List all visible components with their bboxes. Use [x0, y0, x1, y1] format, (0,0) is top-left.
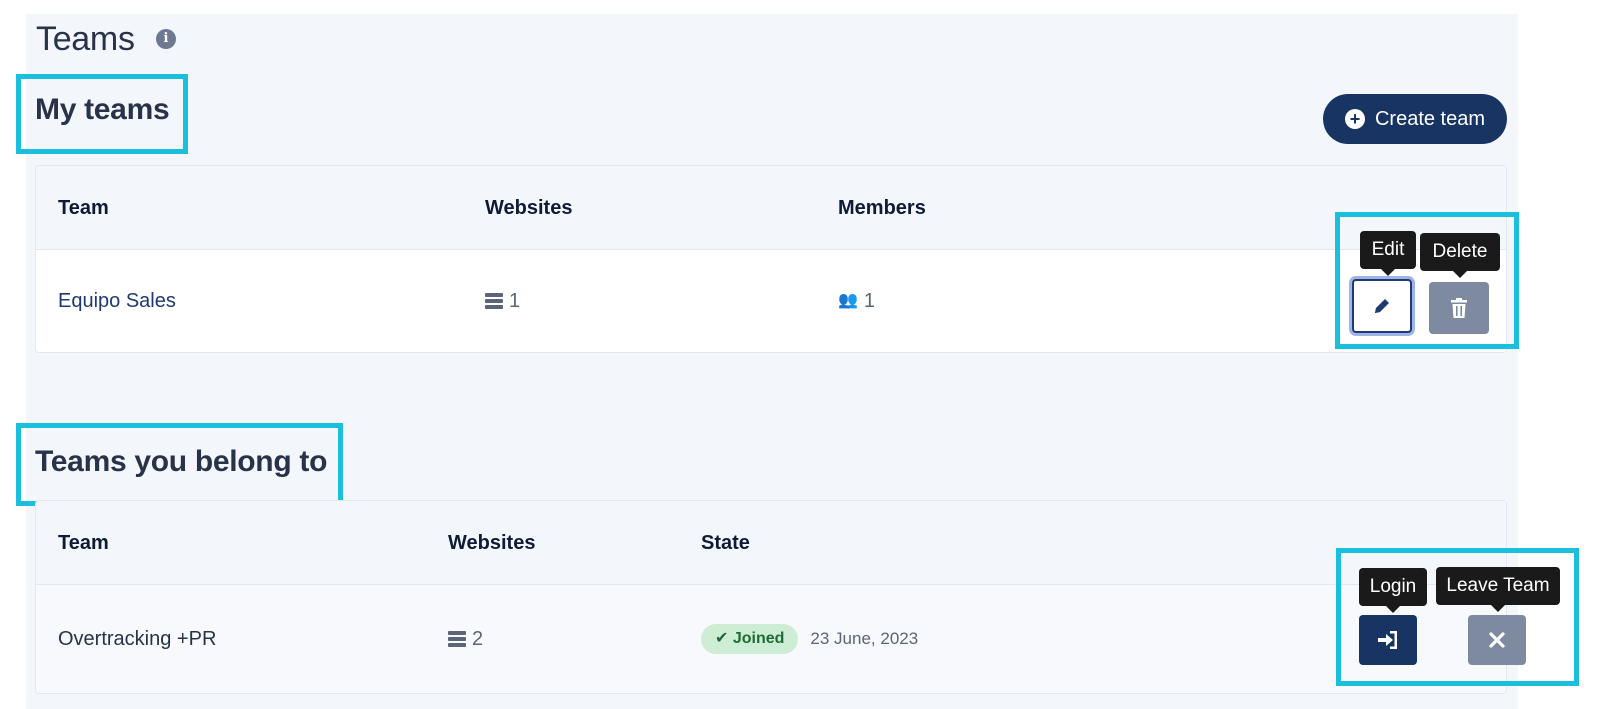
leave-team-tooltip: Leave Team — [1436, 567, 1560, 612]
trash-icon — [1451, 298, 1467, 318]
column-header-websites: Websites — [448, 532, 536, 554]
server-icon — [485, 293, 503, 309]
delete-button[interactable] — [1429, 282, 1489, 334]
sign-in-icon — [1378, 631, 1397, 649]
plus-circle-icon: + — [1344, 109, 1365, 129]
pencil-icon — [1375, 299, 1389, 313]
state-cell: ✔ Joined 23 June, 2023 — [701, 585, 918, 693]
joined-date: 23 June, 2023 — [810, 629, 919, 648]
websites-cell: 1 — [485, 250, 520, 352]
edit-tooltip: Edit — [1360, 231, 1416, 276]
close-icon — [1489, 632, 1505, 648]
edit-button[interactable] — [1352, 279, 1412, 333]
websites-cell: 2 — [448, 585, 483, 693]
info-icon[interactable]: i — [156, 29, 176, 49]
create-team-label: Create team — [1374, 107, 1486, 130]
table-header: Team Websites Members — [36, 166, 1506, 250]
users-icon: 👥 — [838, 292, 858, 309]
belong-teams-title: Teams you belong to — [35, 445, 328, 478]
my-teams-table: Team Websites Members Equipo Sales 1 👥 1 — [35, 165, 1507, 353]
leave-team-button[interactable] — [1468, 615, 1526, 665]
table-row: Equipo Sales 1 👥 1 — [36, 250, 1506, 352]
login-button[interactable] — [1359, 615, 1417, 665]
members-count: 1 — [863, 290, 876, 312]
joined-badge: ✔ Joined — [701, 624, 799, 654]
belong-teams-table: Team Websites State Overtracking +PR 2 ✔… — [35, 500, 1507, 694]
column-header-members: Members — [838, 197, 926, 219]
my-teams-title: My teams — [35, 93, 170, 126]
team-name-link[interactable]: Equipo Sales — [58, 250, 176, 352]
page-title: Teams — [36, 20, 135, 58]
server-icon — [448, 631, 466, 647]
table-row: Overtracking +PR 2 ✔ Joined 23 June, 202… — [36, 585, 1506, 693]
create-team-button[interactable]: + Create team — [1323, 94, 1507, 144]
column-header-websites: Websites — [485, 197, 573, 219]
team-name: Overtracking +PR — [58, 628, 217, 650]
websites-count: 1 — [509, 290, 521, 312]
login-tooltip: Login — [1359, 568, 1427, 613]
column-header-state: State — [701, 532, 750, 554]
delete-tooltip: Delete — [1420, 233, 1500, 278]
column-header-team: Team — [58, 197, 109, 219]
joined-label: Joined — [732, 630, 785, 647]
column-header-team: Team — [58, 532, 109, 554]
members-cell: 👥 1 — [838, 250, 875, 352]
websites-count: 2 — [472, 628, 484, 650]
table-header: Team Websites State — [36, 501, 1506, 585]
